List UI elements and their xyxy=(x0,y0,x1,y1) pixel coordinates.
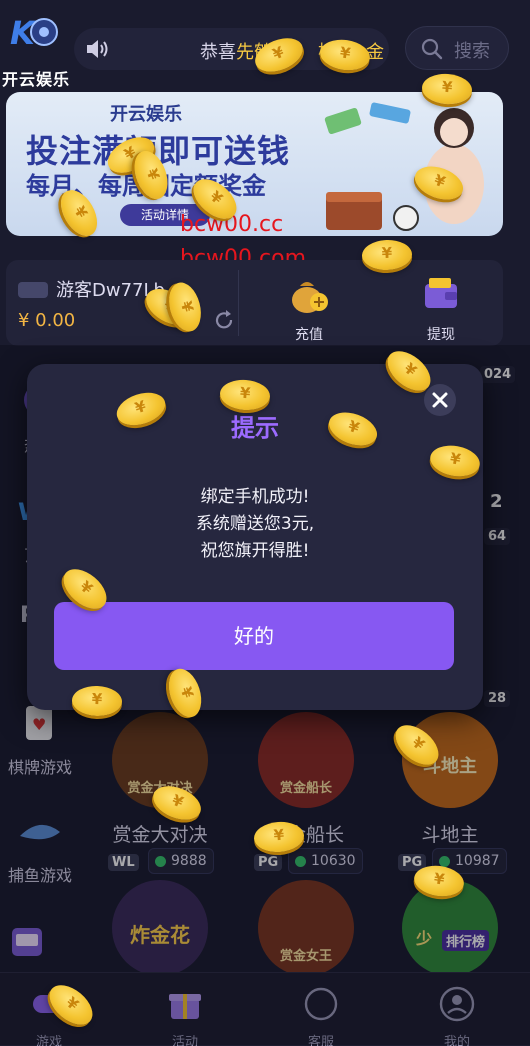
banner-brand: 开云娱乐 xyxy=(110,104,182,125)
wallet-divider xyxy=(238,270,239,336)
wallet-icon xyxy=(425,278,457,308)
search-button[interactable]: 搜索 xyxy=(405,26,509,70)
dialog-title: 提示 xyxy=(231,414,279,442)
close-button[interactable] xyxy=(424,384,456,416)
close-icon xyxy=(432,392,448,408)
recharge-label: 充值 xyxy=(295,327,323,343)
refresh-icon[interactable] xyxy=(212,308,236,332)
search-icon xyxy=(421,38,443,60)
money-bag-icon xyxy=(292,282,328,313)
banner-illustration-icon xyxy=(324,102,484,231)
brand-logo[interactable]: K 开云娱乐 xyxy=(2,10,72,89)
vip-badge-icon xyxy=(18,282,48,298)
wallet-panel: 游客Dw77Lb ¥ 0.00 充值 提现 xyxy=(6,260,503,346)
dialog-message: 绑定手机成功! 系统赠送您3元, 祝您旗开得胜! xyxy=(27,484,483,565)
confirm-button[interactable]: 好的 xyxy=(54,602,454,670)
wallet-user: 游客Dw77Lb xyxy=(18,276,165,302)
marquee-prefix: 恭喜 xyxy=(200,42,236,63)
withdraw-button[interactable]: 提现 xyxy=(406,272,476,344)
withdraw-label: 提现 xyxy=(427,327,455,343)
dialog-line: 祝您旗开得胜! xyxy=(200,541,310,561)
dialog-line: 绑定手机成功! xyxy=(200,487,310,507)
brand-name: 开云娱乐 xyxy=(2,70,71,89)
wallet-balance: ¥ 0.00 xyxy=(18,310,76,331)
search-placeholder: 搜索 xyxy=(454,41,490,62)
dialog-line: 系统赠送您3元, xyxy=(195,514,315,534)
recharge-button[interactable]: 充值 xyxy=(274,272,344,344)
logo-mark-icon: K xyxy=(10,14,58,52)
reward-dialog: 提示 绑定手机成功! 系统赠送您3元, 祝您旗开得胜! 好的 xyxy=(27,364,483,710)
speaker-icon xyxy=(87,40,108,58)
